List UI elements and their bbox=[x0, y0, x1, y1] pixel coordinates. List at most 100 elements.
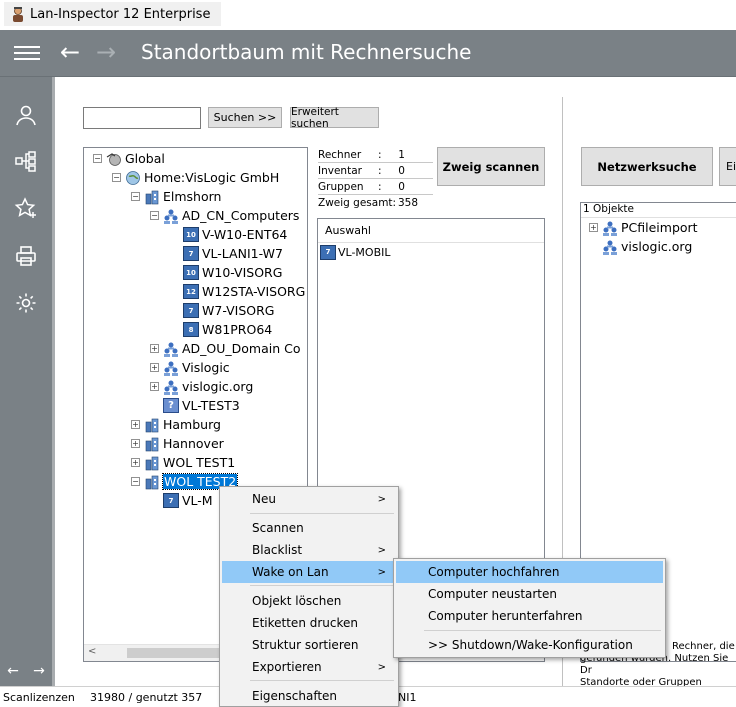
tree-item[interactable]: 7 VL-LANI1-W7 bbox=[170, 244, 283, 263]
tree-item[interactable]: − Home:VisLogic GmbH bbox=[112, 168, 279, 187]
wol-submenu-item[interactable]: >> Shutdown/Wake-Konfiguration bbox=[396, 634, 663, 656]
tree-item[interactable]: ? VL-TEST3 bbox=[150, 396, 240, 415]
settings-gear-icon[interactable] bbox=[12, 289, 40, 317]
tree-item-label: Hannover bbox=[163, 436, 224, 451]
tree-item[interactable]: − Global bbox=[93, 149, 165, 168]
tree-item-label: Vislogic bbox=[182, 360, 230, 375]
tree-item[interactable]: − Elmshorn bbox=[131, 187, 221, 206]
status-extra: NI1 bbox=[398, 690, 417, 704]
tree-item[interactable]: 10 V-W10-ENT64 bbox=[170, 225, 287, 244]
tree-item-label: VL-LANI1-W7 bbox=[202, 246, 283, 261]
tree-item[interactable]: 10 W10-VISORG bbox=[170, 263, 282, 282]
auswahl-item[interactable]: 7 VL-MOBIL bbox=[318, 243, 544, 261]
tree-expander-icon[interactable]: + bbox=[150, 363, 159, 372]
tree-item[interactable]: 12 W12STA-VISORG bbox=[170, 282, 305, 301]
tree-expander-icon[interactable]: − bbox=[150, 211, 159, 220]
scrollbar-thumb[interactable] bbox=[127, 648, 221, 658]
tree-item[interactable]: + vislogic.org bbox=[150, 377, 253, 396]
zweig-scannen-button[interactable]: Zweig scannen bbox=[437, 147, 545, 186]
tree-item[interactable]: 8 W81PRO64 bbox=[170, 320, 272, 339]
objekte-item[interactable]: vislogic.org bbox=[581, 237, 736, 256]
stats-total-value: 358 bbox=[398, 197, 419, 209]
tree-item[interactable]: + WOL TEST1 bbox=[131, 453, 235, 472]
tree-item-label: V-W10-ENT64 bbox=[202, 227, 288, 242]
advanced-search-button[interactable]: Erweitert suchen bbox=[290, 106, 379, 130]
context-menu-item[interactable]: Etiketten drucken bbox=[222, 612, 396, 634]
submenu-arrow-icon: > bbox=[377, 566, 386, 578]
status-label: Scanlizenzen bbox=[3, 690, 75, 704]
tree-pc-icon: 7 bbox=[163, 493, 179, 509]
tree-item[interactable]: + Hamburg bbox=[131, 415, 221, 434]
tree-expander-icon[interactable]: + bbox=[150, 382, 159, 391]
netzwerksuche-button[interactable]: Netzwerksuche bbox=[581, 147, 713, 186]
tree-item-label: VL-TEST3 bbox=[182, 398, 240, 413]
printer-icon[interactable] bbox=[12, 242, 40, 270]
tree-pc-icon: 7 bbox=[183, 246, 199, 262]
tree-item-label: Hamburg bbox=[163, 417, 221, 432]
tree-building-icon bbox=[144, 417, 160, 433]
stats-value: 1 bbox=[398, 148, 405, 161]
wol-submenu-item[interactable]: Computer hochfahren bbox=[396, 561, 663, 583]
tree-item[interactable]: + Vislogic bbox=[150, 358, 230, 377]
objekte-item-label: vislogic.org bbox=[621, 239, 693, 254]
sidebar-nav: ← → bbox=[0, 659, 52, 683]
context-menu-item[interactable]: Eigenschaften bbox=[222, 685, 396, 707]
tree-item-label: vislogic.org bbox=[182, 379, 254, 394]
menu-separator bbox=[250, 513, 394, 514]
stats-value: 0 bbox=[398, 180, 405, 193]
menu-separator bbox=[250, 680, 394, 681]
tree-item[interactable]: − AD_CN_Computers bbox=[150, 206, 299, 225]
objekte-item[interactable]: + PCfileimport bbox=[581, 218, 736, 237]
context-menu-item[interactable]: Exportieren > bbox=[222, 656, 396, 678]
tree-expander-icon[interactable]: + bbox=[131, 439, 140, 448]
context-menu: Neu > Scannen Blacklist > Wake on Lan > Objekt … bbox=[219, 486, 399, 707]
submenu-arrow-icon: > bbox=[377, 493, 386, 505]
tree-expander-icon[interactable]: + bbox=[589, 223, 598, 232]
partial-button[interactable]: Eir bbox=[719, 147, 736, 186]
menu-separator bbox=[250, 585, 394, 586]
tree-item[interactable]: + Hannover bbox=[131, 434, 224, 453]
sidebar-forward-icon[interactable]: → bbox=[33, 663, 45, 679]
context-menu-item[interactable]: Blacklist > bbox=[222, 539, 396, 561]
context-menu-item[interactable]: Wake on Lan > bbox=[222, 561, 396, 583]
tree-item[interactable]: 7 W7-VISORG bbox=[170, 301, 274, 320]
tree-globe-icon bbox=[125, 170, 141, 186]
tree-globe-hand-icon bbox=[106, 151, 122, 167]
wol-submenu-item[interactable]: Computer herunterfahren bbox=[396, 605, 663, 627]
group-icon bbox=[602, 220, 618, 236]
back-arrow-icon[interactable]: ← bbox=[60, 38, 80, 66]
context-menu-label: Etiketten drucken bbox=[252, 616, 359, 630]
network-tree-icon[interactable] bbox=[12, 147, 40, 175]
stats-key: Inventar bbox=[318, 164, 362, 177]
sidebar-back-icon[interactable]: ← bbox=[7, 663, 19, 679]
auswahl-header: Auswahl bbox=[318, 219, 544, 243]
hamburger-menu-icon[interactable] bbox=[14, 42, 40, 64]
context-menu-item[interactable]: Neu > bbox=[222, 488, 396, 510]
wol-submenu-item[interactable]: Computer neustarten bbox=[396, 583, 663, 605]
group-icon bbox=[602, 239, 618, 255]
context-menu-item[interactable]: Objekt löschen bbox=[222, 590, 396, 612]
tree-pc-icon: 12 bbox=[183, 284, 199, 300]
tree-item[interactable]: + AD_OU_Domain Co bbox=[150, 339, 301, 358]
tree-expander-icon[interactable]: − bbox=[131, 192, 140, 201]
app-header: ← → Standortbaum mit Rechnersuche bbox=[0, 30, 736, 77]
wol-submenu-label: Computer neustarten bbox=[428, 587, 557, 601]
user-icon[interactable] bbox=[12, 101, 40, 129]
tree-expander-icon[interactable]: + bbox=[131, 420, 140, 429]
search-button[interactable]: Suchen >> bbox=[208, 107, 282, 128]
tree-item[interactable]: 7 VL-M bbox=[150, 491, 213, 510]
tree-expander-icon[interactable]: − bbox=[131, 477, 140, 486]
tree-expander-icon[interactable]: + bbox=[131, 458, 140, 467]
context-menu-item[interactable]: Struktur sortieren bbox=[222, 634, 396, 656]
objekte-item-label: PCfileimport bbox=[621, 220, 698, 235]
context-menu-item[interactable]: Scannen bbox=[222, 517, 396, 539]
context-menu-label: Blacklist bbox=[252, 543, 303, 557]
tree-expander-icon[interactable]: + bbox=[150, 344, 159, 353]
tree-item-label: Global bbox=[125, 151, 165, 166]
tree-expander-icon[interactable]: − bbox=[93, 154, 102, 163]
tree-item-label: W7-VISORG bbox=[202, 303, 275, 318]
scroll-left-icon[interactable]: < bbox=[88, 646, 96, 657]
tree-expander-icon[interactable]: − bbox=[112, 173, 121, 182]
search-input[interactable] bbox=[83, 107, 201, 129]
favorites-star-icon[interactable] bbox=[12, 194, 40, 222]
